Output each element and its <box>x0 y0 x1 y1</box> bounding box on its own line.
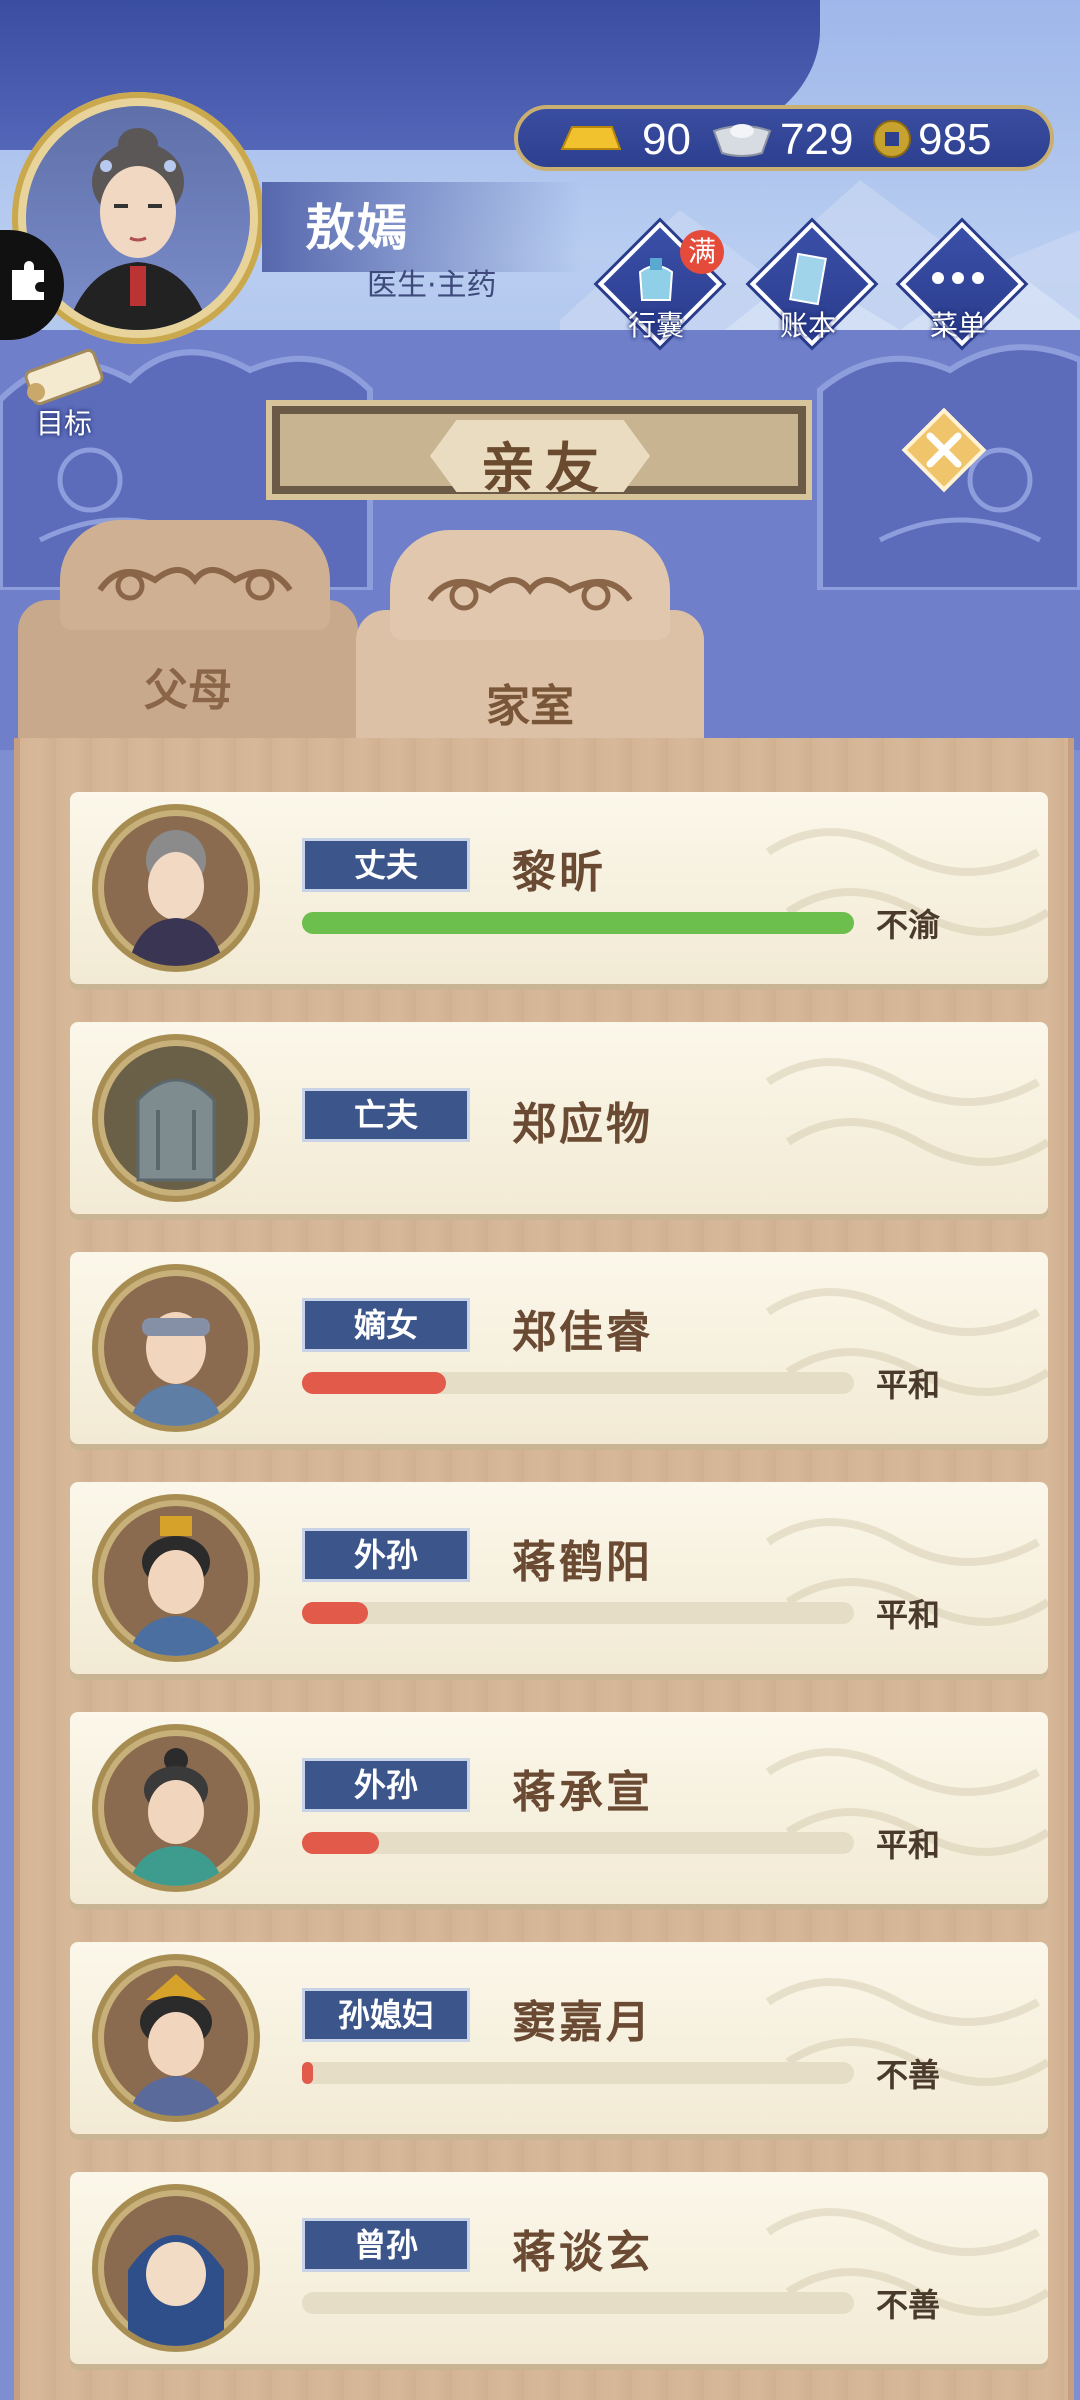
wave-deco-icon <box>765 1058 1048 1166</box>
affinity-bar <box>302 912 854 934</box>
affinity-fill <box>302 2062 313 2084</box>
relative-avatar <box>92 1724 260 1892</box>
wave-deco-icon <box>765 1748 1048 1856</box>
affinity-fill <box>302 1372 446 1394</box>
affinity-bar <box>302 1372 854 1394</box>
ledger-icon <box>789 252 827 306</box>
close-button[interactable] <box>896 402 992 498</box>
relative-card[interactable]: 嫡女 郑佳睿 平和 <box>70 1252 1048 1444</box>
bag-icon <box>638 258 674 301</box>
relative-avatar <box>92 2184 260 2352</box>
relative-role: 外孙 <box>302 1528 470 1582</box>
relative-name: 郑佳睿 <box>512 1307 653 1358</box>
affinity-bar <box>302 1602 854 1624</box>
relative-name: 黎昕 <box>512 847 606 898</box>
relative-avatar <box>92 1034 260 1202</box>
wave-deco-icon <box>765 1978 1048 2086</box>
relative-role: 外孙 <box>302 1758 470 1812</box>
relative-role: 曾孙 <box>302 2218 470 2272</box>
cloud-scroll-icon <box>97 567 293 601</box>
player-name: 敖嫣 <box>305 199 409 257</box>
scroll-icon <box>24 348 104 406</box>
affinity-bar <box>302 2062 854 2084</box>
relative-role: 嫡女 <box>302 1298 470 1352</box>
tab-parents-label: 父母 <box>144 665 232 716</box>
relative-name: 郑应物 <box>512 1099 653 1150</box>
relative-avatar <box>92 1264 260 1432</box>
relative-avatar <box>92 1494 260 1662</box>
currency-bar: 90 729 985 <box>514 105 1054 171</box>
title-banner: 亲友 <box>266 400 812 500</box>
player-title: 医生·主药 <box>367 268 497 303</box>
affinity-fill <box>302 1602 368 1624</box>
goal-label: 目标 <box>36 407 93 440</box>
affinity-fill <box>302 912 854 934</box>
bag-label: 行囊 <box>627 309 684 342</box>
tab-parents-cap <box>60 520 330 630</box>
relative-mood: 不善 <box>876 2286 941 2324</box>
relative-card[interactable]: 孙媳妇 窦嘉月 不善 <box>70 1942 1048 2134</box>
affinity-bar <box>302 1832 854 1854</box>
relative-name: 蒋鹤阳 <box>512 1537 653 1588</box>
gold-amount: 90 <box>642 115 691 164</box>
relative-name: 蒋谈玄 <box>512 2227 653 2278</box>
tab-family-label: 家室 <box>486 681 574 732</box>
relative-role: 孙媳妇 <box>302 1988 470 2042</box>
puzzle-icon <box>12 261 44 300</box>
more-dots-icon <box>932 272 984 284</box>
relatives-panel: 丈夫 黎昕 不渝 亡夫 郑应物 嫡女 郑佳睿 平和 外孙 蒋鹤阳 平和 外孙 蒋… <box>14 738 1074 2400</box>
relative-role: 丈夫 <box>302 838 470 892</box>
wave-deco-icon <box>765 828 1048 936</box>
wave-deco-icon <box>765 1518 1048 1626</box>
tab-family-cap <box>390 530 670 640</box>
affinity-bar <box>302 2292 854 2314</box>
gravestone-icon <box>136 1078 216 1182</box>
relative-mood: 平和 <box>876 1826 941 1864</box>
relative-mood: 平和 <box>876 1596 941 1634</box>
relative-card[interactable]: 外孙 蒋承宣 平和 <box>70 1712 1048 1904</box>
grey-bun-woman-icon <box>128 830 224 966</box>
gold-ingot-icon <box>560 126 622 150</box>
crowned-woman-icon <box>128 1974 224 2116</box>
relative-mood: 不善 <box>876 2056 941 2094</box>
cloud-scroll-icon <box>427 577 633 611</box>
silver-ingot-icon <box>712 124 772 157</box>
relative-mood: 不渝 <box>876 906 941 944</box>
relative-avatar <box>92 1954 260 2122</box>
relative-mood: 平和 <box>876 1366 941 1404</box>
topknot-man-icon <box>128 1748 224 1886</box>
relative-card[interactable]: 丈夫 黎昕 不渝 <box>70 792 1048 984</box>
copper-coin-icon <box>873 120 911 158</box>
relative-name: 窦嘉月 <box>512 1997 653 2048</box>
relative-card[interactable]: 外孙 蒋鹤阳 平和 <box>70 1482 1048 1674</box>
relative-name: 蒋承宣 <box>512 1767 653 1818</box>
menu-label: 菜单 <box>929 309 986 342</box>
hooded-child-icon <box>128 2235 224 2346</box>
silver-amount: 729 <box>780 115 854 164</box>
affinity-fill <box>302 1832 379 1854</box>
copper-amount: 985 <box>918 115 992 164</box>
relative-card[interactable]: 曾孙 蒋谈玄 不善 <box>70 2172 1048 2364</box>
wave-deco-icon <box>765 2208 1048 2316</box>
scholar-man-icon <box>128 1516 224 1656</box>
relative-role: 亡夫 <box>302 1088 470 1142</box>
wave-deco-icon <box>765 1288 1048 1396</box>
close-icon <box>901 407 987 493</box>
headband-woman-icon <box>128 1312 224 1426</box>
relative-card[interactable]: 亡夫 郑应物 <box>70 1022 1048 1214</box>
screen-title: 亲友 <box>481 437 609 500</box>
relative-avatar <box>92 804 260 972</box>
bag-full-badge: 满 <box>680 230 724 274</box>
ledger-label: 账本 <box>779 309 836 342</box>
